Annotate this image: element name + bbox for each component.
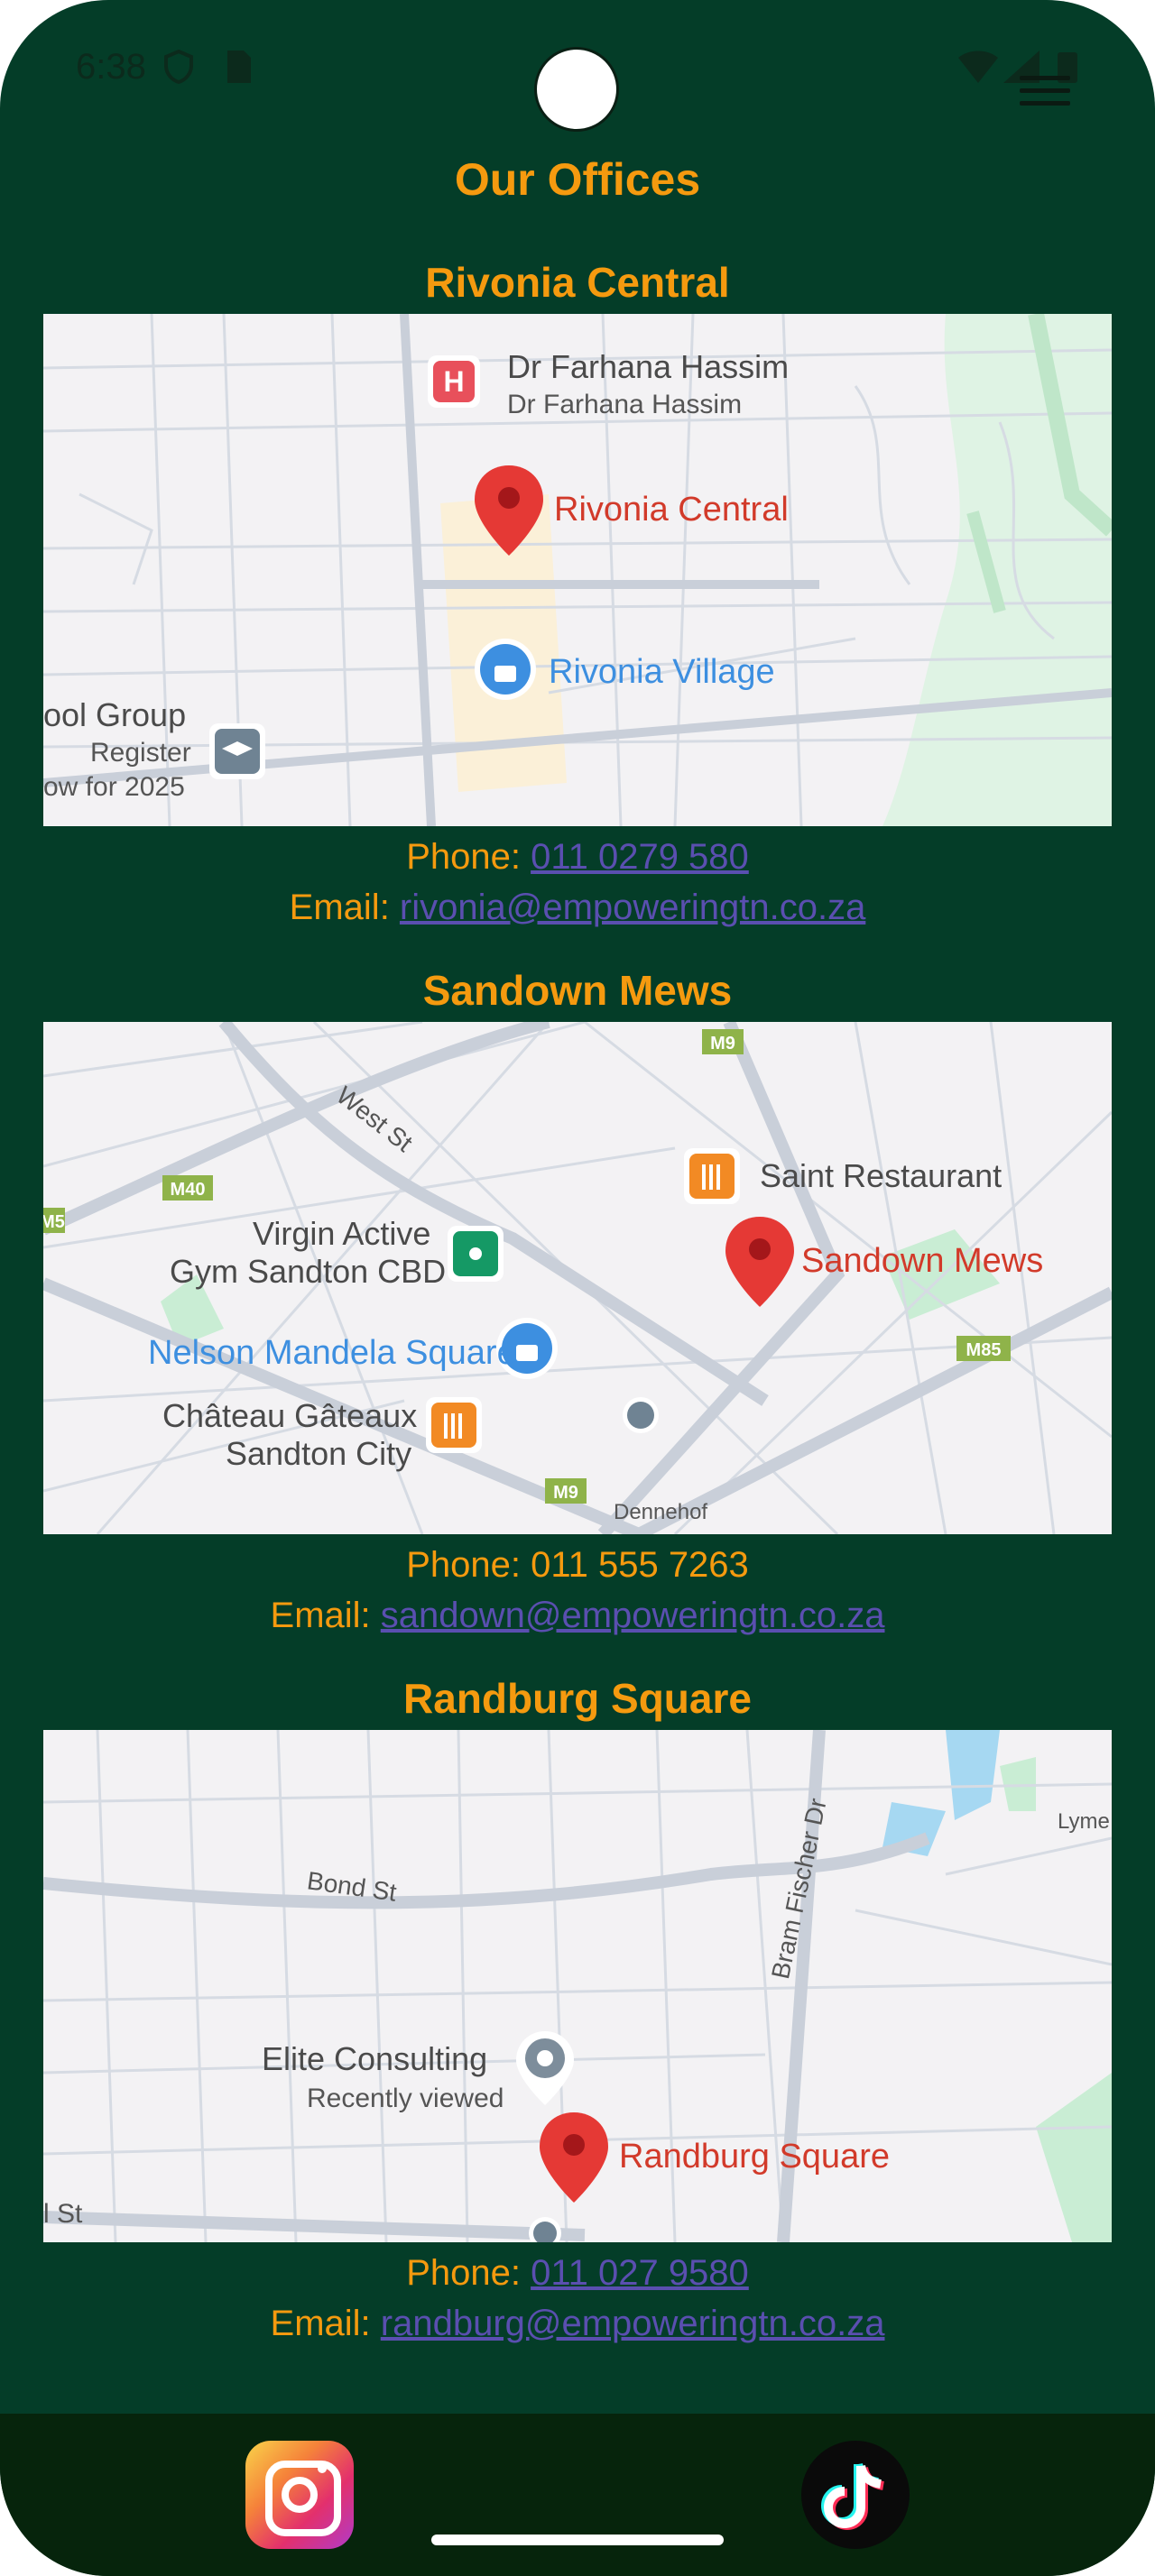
wifi-icon [956,49,1000,89]
map-label: l St [43,2199,83,2229]
email-line: Email: rivonia@empoweringtn.co.za [0,888,1155,928]
office-name: Sandown Mews [422,967,733,1014]
map-label: M40 [171,1180,206,1200]
email-link[interactable]: randburg@empoweringtn.co.za [381,2304,885,2343]
map-label: Saint Restaurant [760,1157,1003,1194]
front-camera [534,47,619,132]
map-randburg[interactable]: Bond St Bram Fischer Dr Elite Consulting… [43,1730,1112,2242]
status-time: 6:38 [76,47,146,87]
phone-line: Phone: 011 027 9580 [0,2253,1155,2294]
phone-link[interactable]: 011 027 9580 [531,2253,749,2293]
map-pin-label: Rivonia Central [554,491,789,529]
tiktok-icon[interactable] [801,2441,910,2549]
office-name: Randburg Square [403,1675,752,1722]
map-label: Dr Farhana Hassim [507,390,743,419]
email-link[interactable]: sandown@empoweringtn.co.za [381,1596,885,1635]
phone-screen: 6:38 Our Offices Rivonia Central H Dr Fa… [0,0,1155,2576]
phone-link[interactable]: 011 0279 580 [531,837,749,877]
map-label: Elite Consulting [262,2040,488,2077]
menu-button[interactable] [1020,76,1070,115]
shield-icon [161,49,197,89]
map-streets [43,1730,1112,2242]
map-rivonia[interactable]: H Dr Farhana Hassim Dr Farhana Hassim Ri… [43,314,1112,826]
map-label: M85 [966,1340,1002,1360]
page-title: Our Offices [454,154,701,205]
map-label: Château Gâteaux [162,1397,418,1434]
map-label: Virgin Active [253,1215,431,1252]
map-label: M5 [43,1212,65,1232]
map-label: Recently viewed [307,2084,504,2113]
map-label: M9 [553,1483,578,1503]
email-label: Email: [289,888,400,927]
phone-label: Phone: [406,2253,531,2293]
map-label: Gym Sandton CBD [170,1253,447,1290]
map-pin-label: Sandown Mews [801,1242,1044,1280]
email-line: Email: randburg@empoweringtn.co.za [0,2304,1155,2344]
map-pin-label: Randburg Square [619,2138,890,2176]
map-label: ool Group [43,696,187,733]
phone-label: Phone: [406,1545,531,1585]
phone-number: 011 555 7263 [531,1545,749,1585]
instagram-icon[interactable] [245,2441,354,2549]
map-label: Nelson Mandela Square [148,1334,516,1372]
footer-bar [0,2414,1155,2576]
email-label: Email: [270,2304,381,2343]
office-name: Rivonia Central [425,259,730,306]
email-link[interactable]: rivonia@empoweringtn.co.za [400,888,865,927]
map-label: Dr Farhana Hassim [507,348,790,385]
map-sandown[interactable]: M9 M40 M85 M9 M5 West St Saint Restauran… [43,1022,1112,1534]
map-label: Lyme [1058,1809,1110,1834]
phone-label: Phone: [406,837,531,877]
map-label: Rivonia Village [549,653,775,691]
map-label: Register [90,738,191,768]
map-label: ow for 2025 [43,772,185,802]
phone-line: Phone: 011 0279 580 [0,837,1155,878]
home-indicator[interactable] [431,2535,724,2545]
email-line: Email: sandown@empoweringtn.co.za [0,1596,1155,1636]
phone-line: Phone: 011 555 7263 [0,1545,1155,1586]
svg-text:H: H [443,365,464,398]
map-label: Sandton City [226,1435,412,1472]
status-bar: 6:38 [0,0,1155,135]
map-label: M9 [710,1034,735,1053]
email-label: Email: [270,1596,381,1635]
sim-card-icon [224,49,253,89]
map-label: Dennehof [614,1500,708,1524]
